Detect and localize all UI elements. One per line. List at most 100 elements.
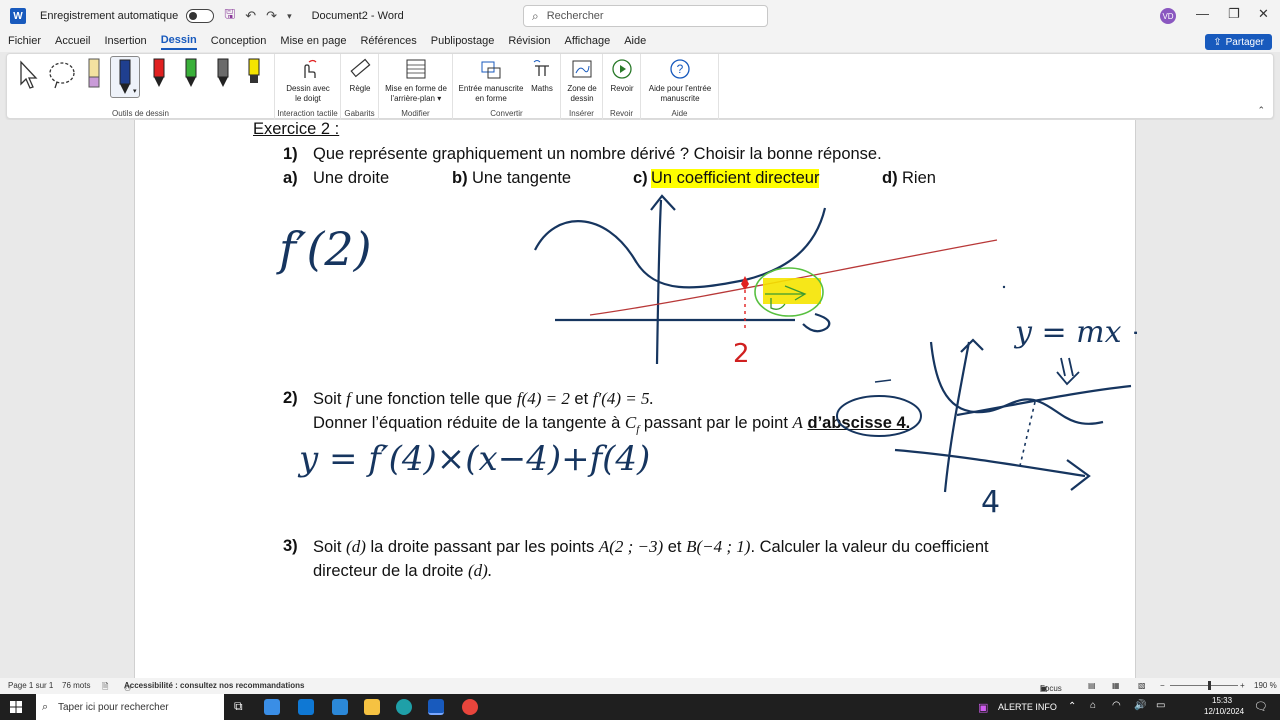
ink-replay-button[interactable]: Revoir — [605, 58, 639, 94]
focus-label: Focus — [1040, 684, 1062, 693]
collapse-ribbon-icon[interactable]: ⌃ — [1257, 105, 1265, 116]
word-count[interactable]: 76 mots — [62, 681, 90, 690]
button-label-line1: Dessin avec — [286, 84, 330, 93]
tab-mise-en-page[interactable]: Mise en page — [280, 35, 346, 49]
clock-date[interactable]: 12/10/2024 — [1204, 707, 1244, 716]
network-icon[interactable]: ⌂ — [1090, 700, 1096, 711]
alert-info[interactable]: ALERTE INFO — [998, 702, 1057, 712]
zoom-slider-thumb[interactable] — [1208, 681, 1211, 690]
ink-y-mx-p: y = mx + p — [1013, 315, 1137, 350]
group-touch: Dessin avec le doigt Interaction tactile — [275, 54, 341, 120]
zoom-slider[interactable] — [1170, 685, 1238, 686]
draw-with-finger-button[interactable]: Dessin avec le doigt — [279, 58, 337, 104]
user-avatar[interactable]: VD — [1160, 8, 1176, 24]
page-count[interactable]: Page 1 sur 1 — [8, 681, 53, 690]
restore-button[interactable]: ❐ — [1228, 6, 1240, 22]
autosave-label: Enregistrement automatique — [40, 10, 179, 22]
pen-red-icon[interactable] — [152, 57, 166, 89]
group-label: Gabarits — [344, 109, 375, 118]
ink-curve — [534, 207, 827, 289]
search-icon: ⌕ — [42, 700, 49, 713]
taskbar-search[interactable]: ⌕ Taper ici pour rechercher — [36, 694, 224, 720]
task-view-icon[interactable]: ⧉ — [234, 699, 243, 714]
button-label: Maths — [531, 84, 553, 93]
volume-icon[interactable]: 🔊 — [1134, 700, 1146, 711]
battery-icon[interactable]: ▭ — [1156, 700, 1165, 711]
pen-selected-frame[interactable]: ▾ — [110, 56, 140, 98]
tab-accueil[interactable]: Accueil — [55, 35, 90, 49]
zoom-out-icon[interactable]: − — [1160, 681, 1165, 690]
ink-help-button[interactable]: ? Aide pour l'entrée manuscrite — [643, 58, 717, 104]
pen-navy-icon[interactable] — [118, 58, 132, 96]
tab-conception[interactable]: Conception — [211, 35, 267, 49]
news-icon[interactable]: ▣ — [978, 701, 988, 714]
ruler-button[interactable]: Règle — [343, 58, 377, 94]
print-layout-icon[interactable]: ▦ — [1112, 681, 1120, 690]
windows-start-icon[interactable] — [10, 701, 22, 713]
file-explorer-icon[interactable] — [364, 699, 380, 715]
lasso-select-icon[interactable] — [47, 60, 77, 90]
group-label: Interaction tactile — [277, 109, 338, 118]
redo-icon[interactable]: ↷ — [266, 8, 277, 24]
chevron-down-icon[interactable]: ▾ — [133, 87, 137, 95]
button-label-line1: Zone de — [567, 84, 597, 93]
tab-insertion[interactable]: Insertion — [104, 35, 146, 49]
group-replay: Revoir Revoir — [603, 54, 641, 120]
web-layout-icon[interactable]: ▧ — [1138, 681, 1146, 690]
mail-icon[interactable] — [298, 699, 314, 715]
ink-layer[interactable]: f′(2) 2 y = f′(4)×(x−4)+f(4) y = mx 4 — [135, 120, 1137, 678]
tab-references[interactable]: Références — [360, 35, 416, 49]
tab-affichage[interactable]: Affichage — [565, 35, 611, 49]
weather-icon[interactable] — [332, 699, 348, 715]
group-label: Convertir — [490, 109, 523, 118]
ink-to-shape-button[interactable]: Entrée manuscrite en forme — [457, 58, 525, 104]
ink-label-4: 4 — [981, 485, 1000, 520]
tab-aide[interactable]: Aide — [624, 35, 646, 49]
background-format-button[interactable]: Mise en forme de l'arrière-plan ▾ — [381, 58, 451, 104]
chrome-icon[interactable] — [462, 699, 478, 715]
notifications-icon[interactable]: 🗨 — [1254, 700, 1268, 713]
minimize-button[interactable]: — — [1196, 6, 1209, 21]
pencil-gray-icon[interactable] — [216, 57, 230, 89]
undo-icon[interactable]: ↶ — [245, 8, 256, 24]
button-label: Revoir — [610, 84, 634, 93]
select-arrow-icon[interactable] — [17, 60, 39, 90]
chevron-down-icon: ▾ — [434, 94, 442, 103]
proofing-icon[interactable]: 🗎 — [102, 681, 108, 695]
tab-revision[interactable]: Révision — [508, 35, 550, 49]
accessibility-status[interactable]: ⚇ Accessibilité : consultez nos recomman… — [124, 681, 305, 693]
document-page[interactable]: Exercice 2 : 1) Que représente graphique… — [134, 120, 1137, 678]
group-convert: Entrée manuscrite en forme Maths Convert… — [453, 54, 561, 120]
clock-time[interactable]: 15:33 — [1212, 696, 1232, 705]
canvas-icon — [572, 60, 592, 78]
customize-quick-access-icon[interactable]: ▾ — [287, 11, 292, 22]
accessibility-icon: ⚇ — [124, 684, 132, 693]
word-taskbar-icon[interactable] — [428, 699, 444, 715]
read-mode-icon[interactable]: ▤ — [1088, 681, 1096, 690]
wifi-icon[interactable]: ◠ — [1112, 700, 1121, 711]
close-button[interactable]: ✕ — [1258, 6, 1269, 22]
share-button[interactable]: ⇪ Partager — [1205, 34, 1272, 50]
eraser-icon[interactable] — [87, 57, 101, 91]
pen-green-icon[interactable] — [184, 57, 198, 89]
math-button[interactable]: Maths — [525, 58, 559, 94]
group-help: ? Aide pour l'entrée manuscrite Aide — [641, 54, 719, 120]
button-label-line2: en forme — [475, 94, 507, 103]
ink-graph2-y-arrow — [960, 338, 984, 353]
tab-publipostage[interactable]: Publipostage — [431, 35, 495, 49]
store-icon[interactable] — [264, 699, 280, 715]
ink-graph2-dotted — [1018, 401, 1036, 471]
zoom-level[interactable]: 190 % — [1254, 681, 1277, 690]
drawing-canvas-button[interactable]: Zone de dessin — [563, 58, 601, 104]
tab-fichier[interactable]: Fichier — [8, 35, 41, 49]
search-box[interactable]: ⌕ Rechercher — [523, 5, 768, 27]
group-label: Aide — [671, 109, 688, 118]
save-icon[interactable]: 🖫 — [224, 5, 235, 27]
chevron-up-icon[interactable]: ⌃ — [1068, 701, 1076, 712]
edge-browser-icon[interactable] — [396, 699, 412, 715]
zoom-in-icon[interactable]: + — [1240, 681, 1245, 690]
highlighter-yellow-icon[interactable] — [247, 57, 261, 89]
svg-text:?: ? — [677, 62, 684, 76]
autosave-toggle[interactable] — [186, 9, 215, 23]
tab-dessin[interactable]: Dessin — [160, 34, 197, 50]
